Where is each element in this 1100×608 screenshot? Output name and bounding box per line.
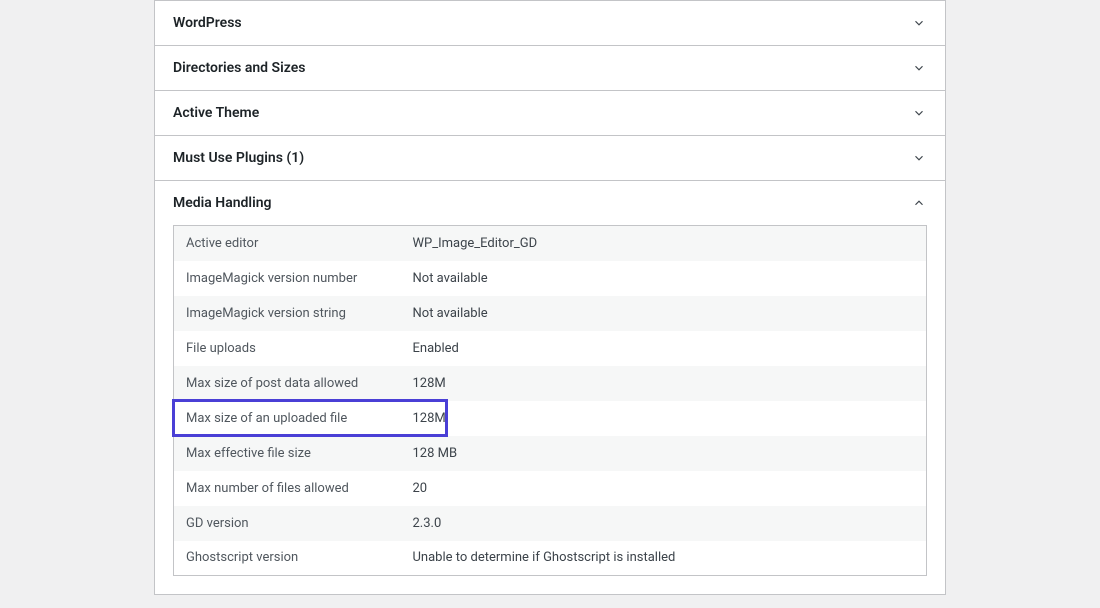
table-row: GD version2.3.0: [174, 506, 927, 541]
row-value: Not available: [401, 261, 927, 296]
row-value: 128 MB: [401, 436, 927, 471]
chevron-down-icon: [911, 150, 927, 166]
section-directories-sizes[interactable]: Directories and Sizes: [154, 45, 946, 91]
row-value: 20: [401, 471, 927, 506]
media-handling-table: Active editorWP_Image_Editor_GDImageMagi…: [173, 225, 927, 576]
section-title: Must Use Plugins (1): [173, 150, 304, 166]
row-label: ImageMagick version number: [174, 261, 401, 296]
section-must-use-plugins[interactable]: Must Use Plugins (1): [154, 135, 946, 181]
section-title: Active Theme: [173, 105, 259, 121]
row-value: Enabled: [401, 331, 927, 366]
row-value: 128M: [401, 366, 927, 401]
row-label: Max effective file size: [174, 436, 401, 471]
table-row: Ghostscript versionUnable to determine i…: [174, 541, 927, 576]
table-row: Max effective file size128 MB: [174, 436, 927, 471]
row-label: Max size of post data allowed: [174, 366, 401, 401]
row-label: Max size of an uploaded file: [174, 401, 401, 436]
table-row: ImageMagick version stringNot available: [174, 296, 927, 331]
row-label: Active editor: [174, 226, 401, 261]
chevron-up-icon: [911, 195, 927, 211]
section-active-theme[interactable]: Active Theme: [154, 90, 946, 136]
section-wordpress[interactable]: WordPress: [154, 0, 946, 46]
chevron-down-icon: [911, 105, 927, 121]
row-value: Not available: [401, 296, 927, 331]
table-row: Active editorWP_Image_Editor_GD: [174, 226, 927, 261]
table-row: Max size of an uploaded file128M: [174, 401, 927, 436]
row-label: File uploads: [174, 331, 401, 366]
row-value: WP_Image_Editor_GD: [401, 226, 927, 261]
chevron-down-icon: [911, 15, 927, 31]
chevron-down-icon: [911, 60, 927, 76]
row-value: 2.3.0: [401, 506, 927, 541]
media-handling-body: Active editorWP_Image_Editor_GDImageMagi…: [155, 225, 945, 594]
table-row: Max size of post data allowed128M: [174, 366, 927, 401]
row-label: GD version: [174, 506, 401, 541]
section-media-handling: Media Handling Active editorWP_Image_Edi…: [154, 180, 946, 595]
section-media-handling-header[interactable]: Media Handling: [155, 181, 945, 225]
table-row: File uploadsEnabled: [174, 331, 927, 366]
row-value: 128M: [401, 401, 927, 436]
row-label: Max number of files allowed: [174, 471, 401, 506]
row-value: Unable to determine if Ghostscript is in…: [401, 541, 927, 576]
table-row: Max number of files allowed20: [174, 471, 927, 506]
section-title: Media Handling: [173, 195, 272, 211]
row-label: Ghostscript version: [174, 541, 401, 576]
row-label: ImageMagick version string: [174, 296, 401, 331]
section-title: WordPress: [173, 15, 242, 31]
section-title: Directories and Sizes: [173, 60, 305, 76]
table-row: ImageMagick version numberNot available: [174, 261, 927, 296]
